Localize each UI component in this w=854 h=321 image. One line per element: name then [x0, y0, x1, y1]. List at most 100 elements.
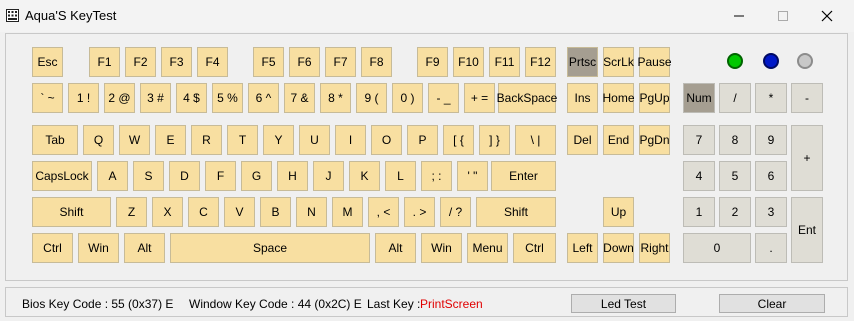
- key-lalt[interactable]: Alt: [124, 233, 165, 263]
- close-button[interactable]: [804, 0, 850, 32]
- key-f8[interactable]: F8: [361, 47, 392, 77]
- key-f[interactable]: F: [205, 161, 236, 191]
- key-equals[interactable]: + =: [464, 83, 495, 113]
- key-right[interactable]: Right: [639, 233, 670, 263]
- key-n[interactable]: N: [296, 197, 327, 227]
- key-f2[interactable]: F2: [125, 47, 156, 77]
- key-tab[interactable]: Tab: [32, 125, 78, 155]
- key-np-enter[interactable]: Ent: [791, 197, 823, 263]
- key-backspace[interactable]: BackSpace: [497, 83, 557, 113]
- key-9[interactable]: 9 (: [356, 83, 387, 113]
- key-minus[interactable]: - _: [428, 83, 459, 113]
- key-t[interactable]: T: [227, 125, 258, 155]
- key-pause[interactable]: Pause: [637, 47, 672, 77]
- key-pgdn[interactable]: PgDn: [639, 125, 670, 155]
- key-5[interactable]: 5 %: [212, 83, 243, 113]
- key-slash[interactable]: / ?: [440, 197, 471, 227]
- key-f10[interactable]: F10: [453, 47, 484, 77]
- key-k[interactable]: K: [349, 161, 380, 191]
- key-np-dot[interactable]: .: [755, 233, 787, 263]
- key-f3[interactable]: F3: [161, 47, 192, 77]
- key-f11[interactable]: F11: [489, 47, 520, 77]
- key-f6[interactable]: F6: [289, 47, 320, 77]
- key-np-7[interactable]: 7: [683, 125, 715, 155]
- key-p[interactable]: P: [407, 125, 438, 155]
- key-i[interactable]: I: [335, 125, 366, 155]
- key-lctrl[interactable]: Ctrl: [32, 233, 73, 263]
- key-g[interactable]: G: [241, 161, 272, 191]
- key-a[interactable]: A: [97, 161, 128, 191]
- key-np-6[interactable]: 6: [755, 161, 787, 191]
- key-backslash[interactable]: \ |: [515, 125, 556, 155]
- led-test-button[interactable]: Led Test: [571, 294, 676, 313]
- clear-button[interactable]: Clear: [719, 294, 825, 313]
- key-enter[interactable]: Enter: [491, 161, 556, 191]
- key-q[interactable]: Q: [83, 125, 114, 155]
- key-v[interactable]: V: [224, 197, 255, 227]
- key-up[interactable]: Up: [603, 197, 634, 227]
- key-h[interactable]: H: [277, 161, 308, 191]
- key-scrlk[interactable]: ScrLk: [603, 47, 634, 77]
- key-ins[interactable]: Ins: [567, 83, 598, 113]
- key-np-4[interactable]: 4: [683, 161, 715, 191]
- key-space[interactable]: Space: [170, 233, 370, 263]
- key-w[interactable]: W: [119, 125, 150, 155]
- key-np-3[interactable]: 3: [755, 197, 787, 227]
- key-l[interactable]: L: [385, 161, 416, 191]
- key-np-multiply[interactable]: *: [755, 83, 787, 113]
- key-x[interactable]: X: [152, 197, 183, 227]
- key-menu[interactable]: Menu: [467, 233, 508, 263]
- key-period[interactable]: . >: [404, 197, 435, 227]
- key-np-9[interactable]: 9: [755, 125, 787, 155]
- key-f5[interactable]: F5: [253, 47, 284, 77]
- key-np-0[interactable]: 0: [683, 233, 751, 263]
- key-y[interactable]: Y: [263, 125, 294, 155]
- key-esc[interactable]: Esc: [32, 47, 63, 77]
- key-pgup[interactable]: PgUp: [639, 83, 670, 113]
- key-semicolon[interactable]: ; :: [421, 161, 452, 191]
- key-np-8[interactable]: 8: [719, 125, 751, 155]
- key-z[interactable]: Z: [116, 197, 147, 227]
- key-end[interactable]: End: [603, 125, 634, 155]
- key-1[interactable]: 1 !: [68, 83, 99, 113]
- key-down[interactable]: Down: [603, 233, 634, 263]
- key-rbracket[interactable]: ] }: [479, 125, 510, 155]
- key-6[interactable]: 6 ^: [248, 83, 279, 113]
- key-f7[interactable]: F7: [325, 47, 356, 77]
- key-comma[interactable]: , <: [368, 197, 399, 227]
- key-m[interactable]: M: [332, 197, 363, 227]
- key-f9[interactable]: F9: [417, 47, 448, 77]
- key-np-1[interactable]: 1: [683, 197, 715, 227]
- key-f1[interactable]: F1: [89, 47, 120, 77]
- key-left[interactable]: Left: [567, 233, 598, 263]
- key-8[interactable]: 8 *: [320, 83, 351, 113]
- key-np-minus[interactable]: -: [791, 83, 823, 113]
- key-ralt[interactable]: Alt: [375, 233, 416, 263]
- key-rshift[interactable]: Shift: [476, 197, 556, 227]
- key-numlock[interactable]: Num: [683, 83, 715, 113]
- key-c[interactable]: C: [188, 197, 219, 227]
- key-4[interactable]: 4 $: [176, 83, 207, 113]
- key-rctrl[interactable]: Ctrl: [513, 233, 556, 263]
- key-lbracket[interactable]: [ {: [443, 125, 474, 155]
- key-2[interactable]: 2 @: [104, 83, 135, 113]
- key-b[interactable]: B: [260, 197, 291, 227]
- key-prtsc[interactable]: Prtsc: [567, 47, 598, 77]
- key-backtick[interactable]: ` ~: [32, 83, 63, 113]
- key-rwin[interactable]: Win: [421, 233, 462, 263]
- key-d[interactable]: D: [169, 161, 200, 191]
- key-u[interactable]: U: [299, 125, 330, 155]
- key-lwin[interactable]: Win: [78, 233, 119, 263]
- key-np-5[interactable]: 5: [719, 161, 751, 191]
- key-0[interactable]: 0 ): [392, 83, 423, 113]
- key-r[interactable]: R: [191, 125, 222, 155]
- key-j[interactable]: J: [313, 161, 344, 191]
- key-capslock[interactable]: CapsLock: [32, 161, 92, 191]
- key-quote[interactable]: ' ": [457, 161, 488, 191]
- key-7[interactable]: 7 &: [284, 83, 315, 113]
- key-del[interactable]: Del: [567, 125, 598, 155]
- key-s[interactable]: S: [133, 161, 164, 191]
- key-o[interactable]: O: [371, 125, 402, 155]
- key-3[interactable]: 3 #: [140, 83, 171, 113]
- maximize-button[interactable]: [760, 0, 806, 32]
